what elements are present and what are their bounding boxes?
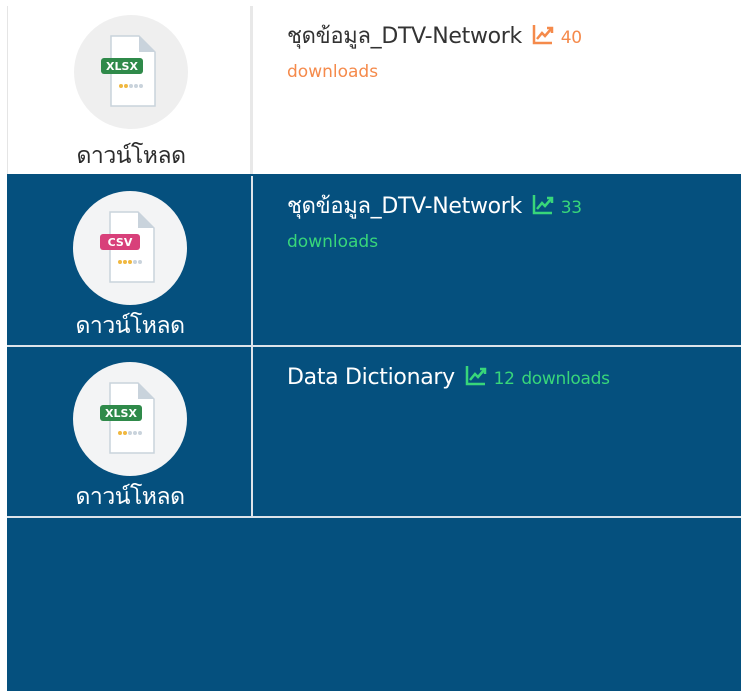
resource-row: XLSX ดาวน์โหลด ชุดข้อมูล_DTV-Network 40 … bbox=[7, 6, 741, 174]
file-icon-circle[interactable]: CSV bbox=[73, 191, 187, 305]
download-count: 40 bbox=[560, 28, 582, 48]
resource-title[interactable]: ชุดข้อมูล_DTV-Network bbox=[287, 24, 522, 49]
xlsx-badge-text: XLSX bbox=[105, 407, 137, 420]
csv-file-icon: CSV bbox=[100, 211, 155, 283]
download-count-word: downloads bbox=[287, 232, 379, 252]
download-count-word: downloads bbox=[521, 369, 610, 389]
download-count: 33 bbox=[560, 198, 582, 218]
resource-info: ชุดข้อมูล_DTV-Network 40 downloads bbox=[253, 6, 741, 174]
download-cell[interactable]: XLSX ดาวน์โหลด bbox=[7, 6, 253, 174]
resource-title[interactable]: Data Dictionary bbox=[287, 365, 455, 390]
download-cell[interactable]: XLSX ดาวน์โหลด bbox=[7, 347, 253, 516]
resource-title[interactable]: ชุดข้อมูล_DTV-Network bbox=[287, 194, 522, 219]
download-count-word: downloads bbox=[287, 62, 379, 82]
download-link[interactable]: ดาวน์โหลด bbox=[8, 138, 254, 174]
xlsx-file-icon: XLSX bbox=[100, 382, 155, 454]
resource-row: XLSX ดาวน์โหลด Data Dictionary 12 downlo… bbox=[7, 347, 741, 516]
xlsx-file-icon: XLSX bbox=[101, 35, 156, 107]
download-cell[interactable]: CSV ดาวน์โหลด bbox=[7, 176, 253, 345]
resource-info: ชุดข้อมูล_DTV-Network 33 downloads bbox=[253, 176, 741, 345]
xlsx-badge-text: XLSX bbox=[106, 60, 138, 73]
trend-up-icon bbox=[532, 195, 554, 215]
download-link[interactable]: ดาวน์โหลด bbox=[7, 308, 253, 344]
file-icon-circle[interactable]: XLSX bbox=[73, 362, 187, 476]
download-count: 12 bbox=[493, 369, 515, 389]
resource-list: XLSX ดาวน์โหลด ชุดข้อมูล_DTV-Network 40 … bbox=[7, 6, 741, 691]
trend-up-icon bbox=[465, 366, 487, 386]
resource-row: CSV ดาวน์โหลด ชุดข้อมูล_DTV-Network 33 d… bbox=[7, 176, 741, 345]
csv-badge-text: CSV bbox=[108, 236, 133, 249]
file-icon-circle[interactable]: XLSX bbox=[74, 15, 188, 129]
resource-info: Data Dictionary 12 downloads bbox=[253, 347, 741, 516]
trend-up-icon bbox=[532, 25, 554, 45]
download-link[interactable]: ดาวน์โหลด bbox=[7, 479, 253, 515]
row-divider bbox=[7, 516, 741, 518]
